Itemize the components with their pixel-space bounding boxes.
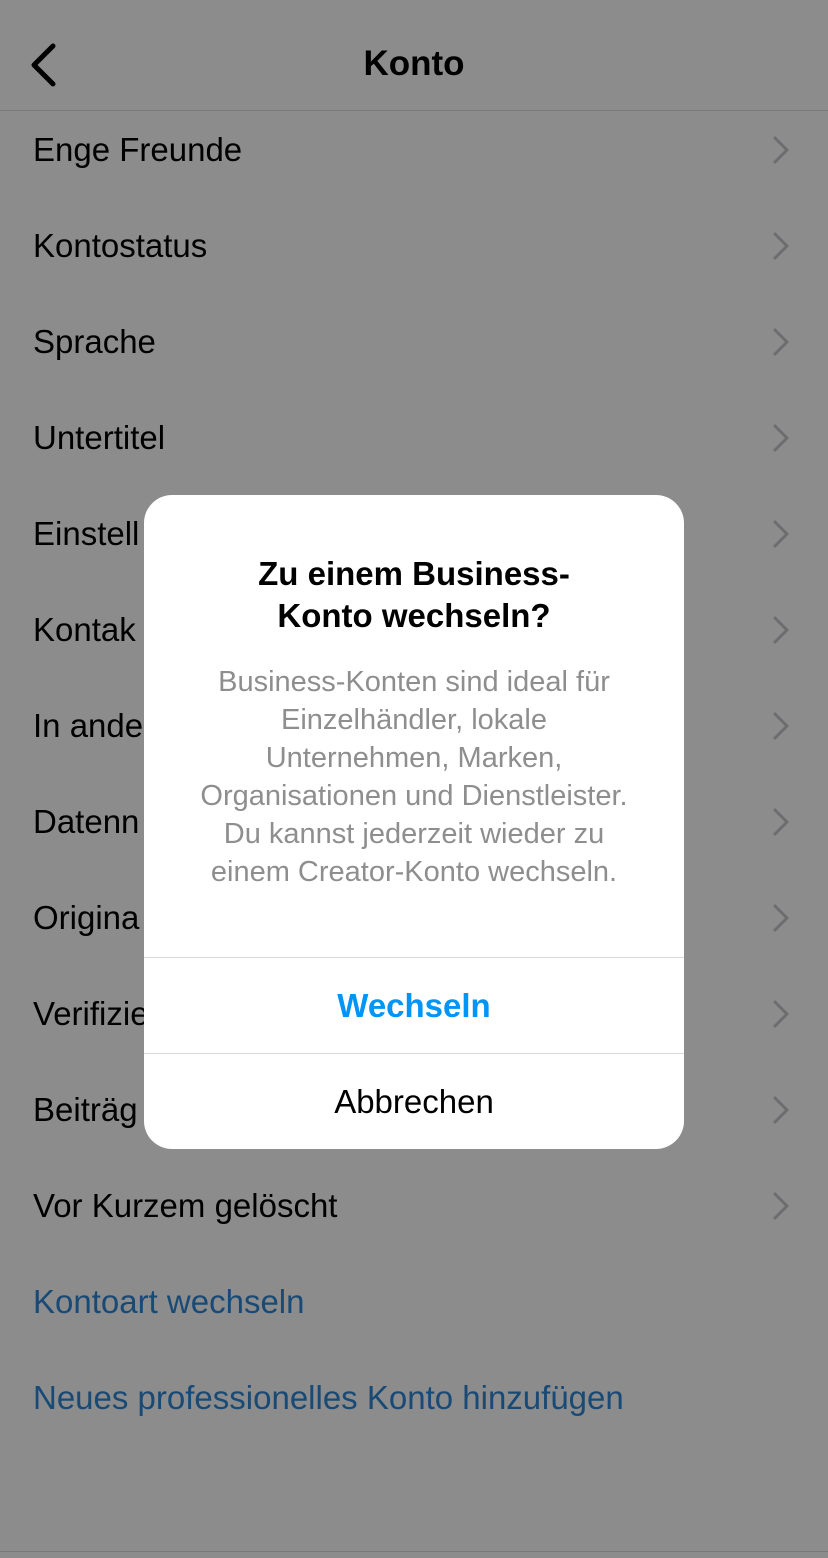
dialog-message-line: Einzelhändler, lokale bbox=[280, 704, 547, 736]
dialog-message-line: Unternehmen, Marken, bbox=[265, 742, 563, 774]
dialog-title-line: Zu einem Business- bbox=[258, 555, 570, 592]
cancel-button[interactable]: Abbrechen bbox=[144, 1053, 684, 1149]
dialog-title-line: Konto wechseln? bbox=[277, 597, 551, 634]
confirm-switch-button[interactable]: Wechseln bbox=[144, 957, 684, 1053]
dialog-message: Business-Konten sind ideal für Einzelhän… bbox=[166, 663, 662, 891]
account-settings-screen: Konto Enge Freunde Kontostatus Sprache U… bbox=[0, 0, 828, 1558]
dialog-message-line: Business-Konten sind ideal für bbox=[218, 666, 610, 698]
switch-account-dialog: Zu einem Business- Konto wechseln? Busin… bbox=[144, 495, 684, 1149]
dialog-message-line: Du kannst jederzeit wieder zu bbox=[223, 818, 605, 850]
dialog-message-line: Organisationen und Dienstleister. bbox=[200, 780, 628, 812]
dialog-message-line: einem Creator-Konto wechseln. bbox=[210, 856, 618, 888]
dialog-title: Zu einem Business- Konto wechseln? bbox=[184, 553, 644, 637]
